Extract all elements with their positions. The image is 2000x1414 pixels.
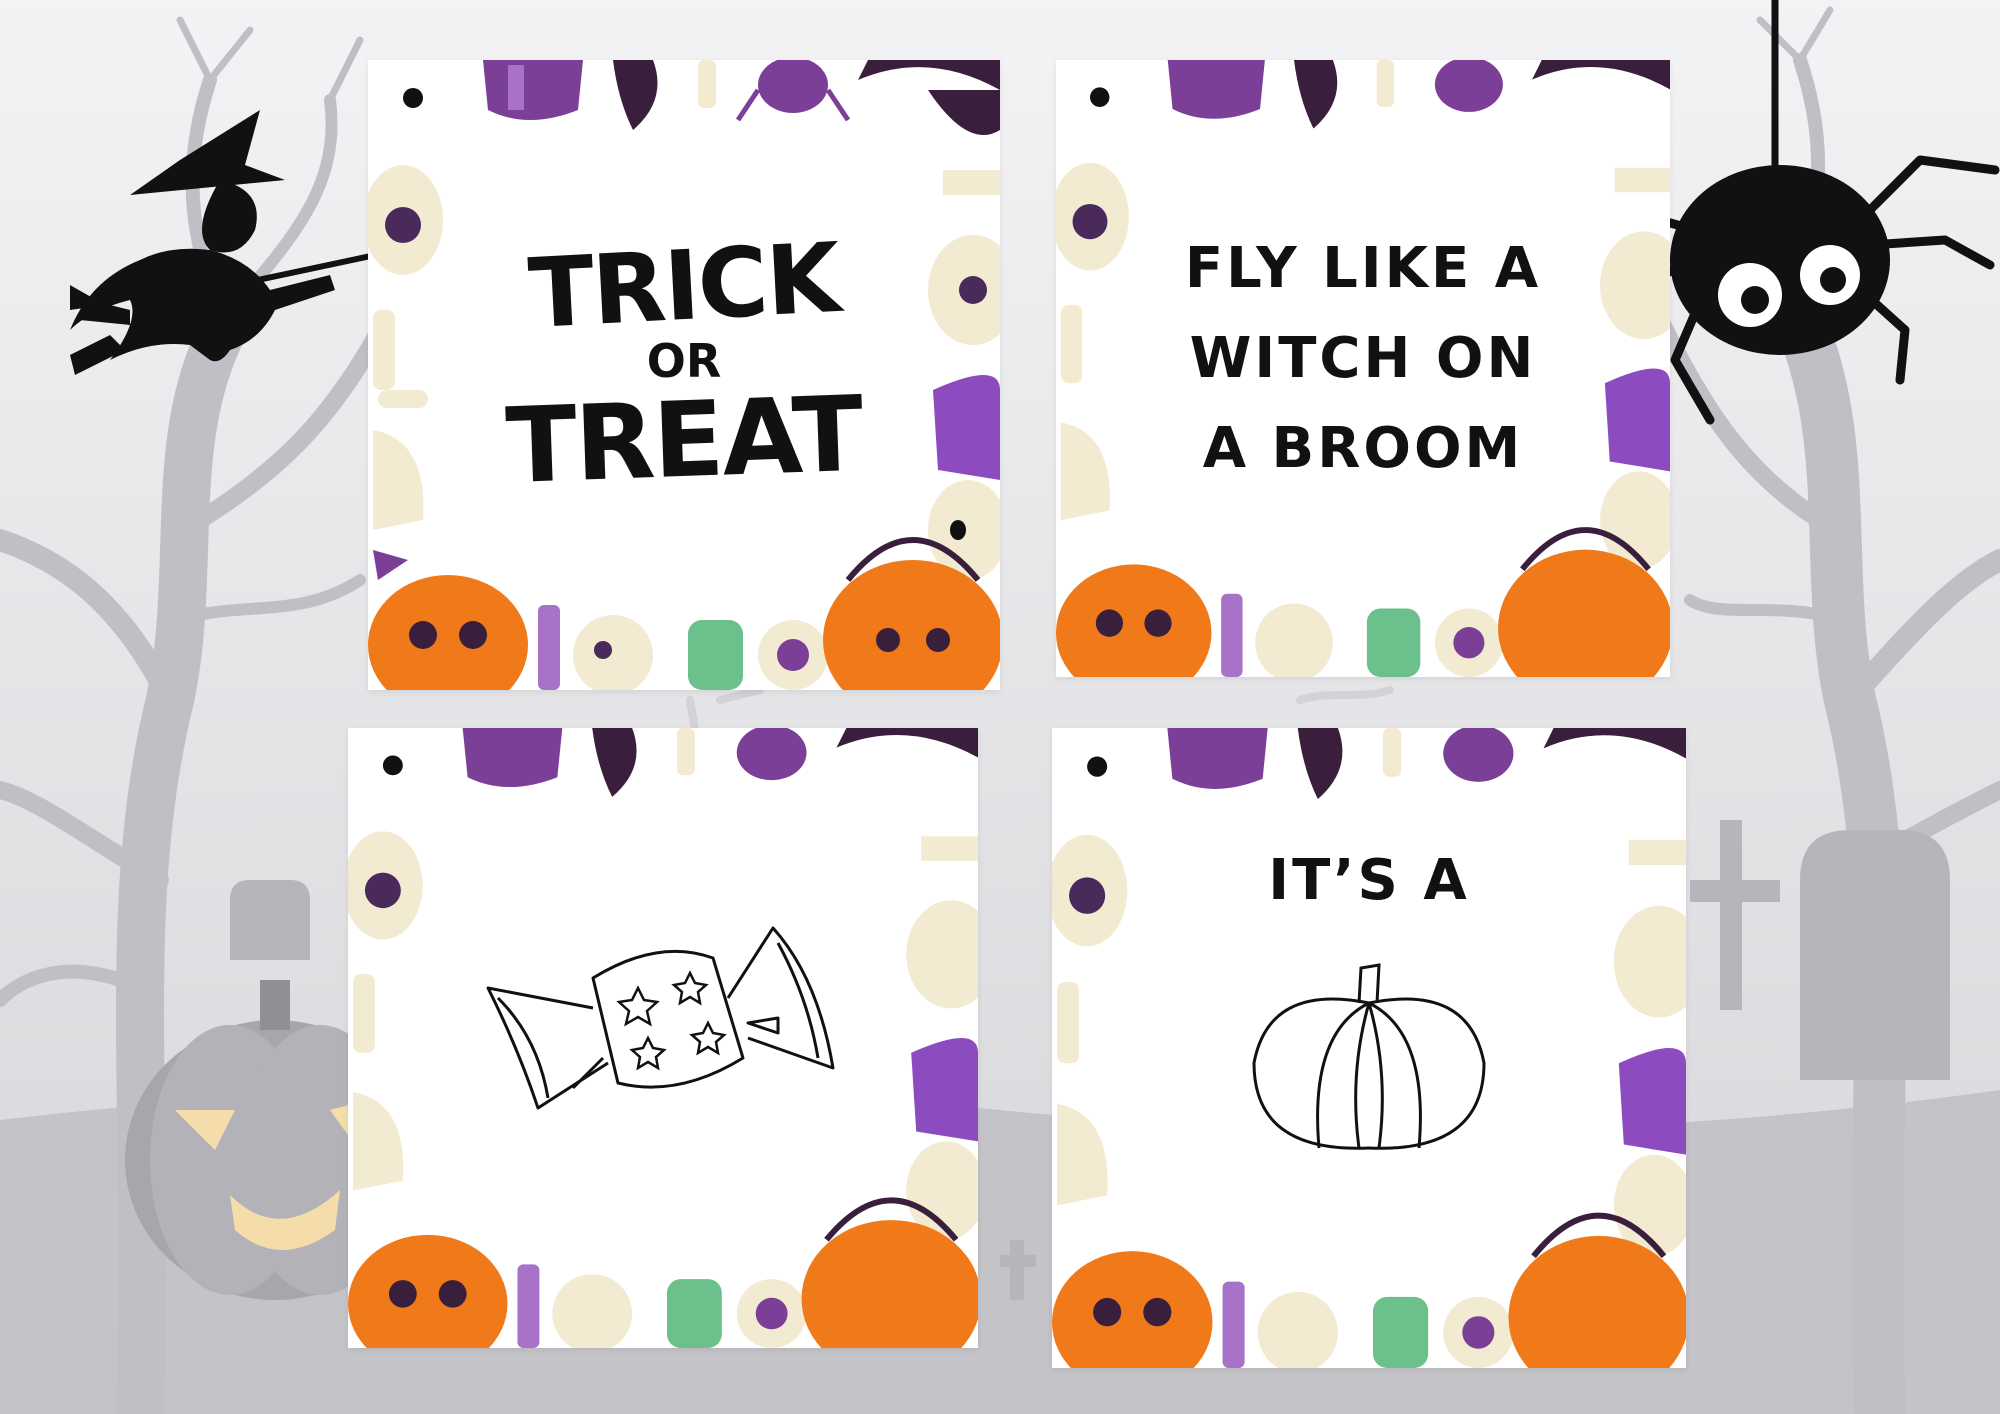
wrapped-candy-icon [486, 926, 835, 1110]
pumpkin-outline-icon [1252, 963, 1486, 1150]
card-fly-like-a-witch: FLY LIKE A WITCH ON A BROOM [1056, 60, 1670, 677]
card-line: WITCH ON [1189, 325, 1537, 391]
card-trick-or-treat: TRICK OR TREAT [368, 60, 1000, 690]
card-line: A BROOM [1202, 415, 1524, 481]
card-its-a-pumpkin: IT’S A [1052, 728, 1686, 1368]
trick-or-treat-title: TRICK OR TREAT [504, 222, 863, 507]
card-line: TREAT [504, 372, 864, 508]
card-line: IT’S A [1268, 848, 1470, 913]
card-line: FLY LIKE A [1184, 235, 1542, 301]
witch-on-broom-icon [70, 110, 373, 375]
card-candy [348, 728, 978, 1348]
card-line: TRICK [526, 221, 842, 351]
